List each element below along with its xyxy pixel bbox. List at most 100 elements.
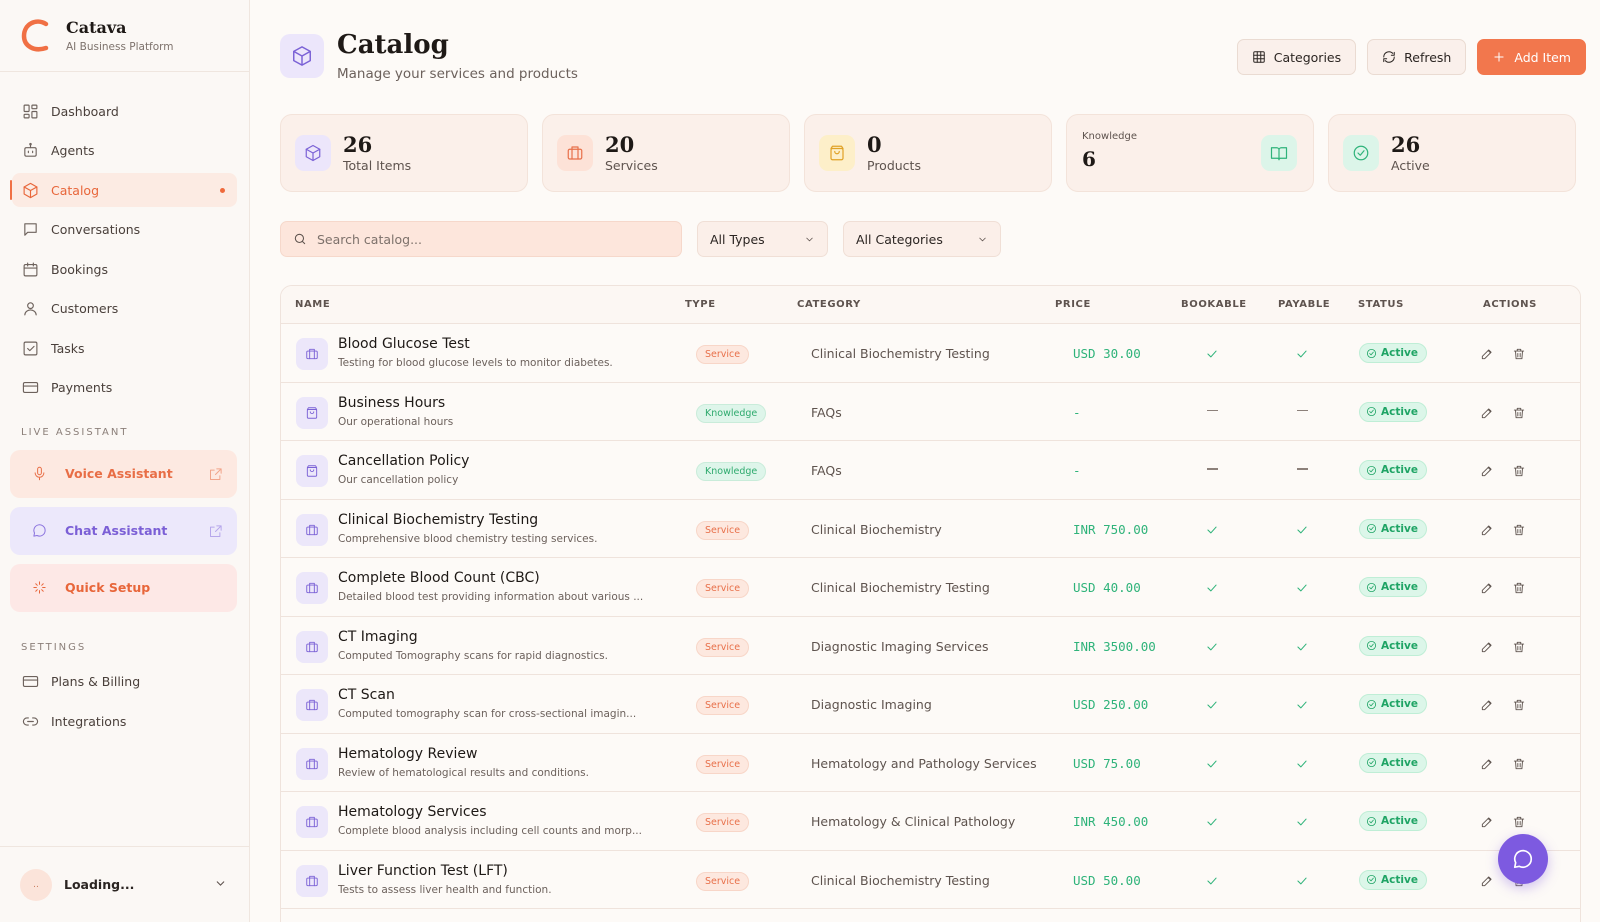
edit-icon[interactable] <box>1480 522 1494 541</box>
brand[interactable]: Catava AI Business Platform <box>0 0 249 72</box>
stat-value: 6 <box>1082 147 1096 171</box>
account-label: Loading... <box>64 877 135 892</box>
search-input[interactable]: Search catalog... <box>280 221 682 257</box>
voice-assistant-button[interactable]: Voice Assistant <box>10 449 237 498</box>
type-badge: Service <box>696 754 750 774</box>
status-badge: Active <box>1359 343 1427 363</box>
item-name[interactable]: CT Imaging <box>338 629 418 645</box>
item-price: INR 750.00 <box>1073 521 1149 537</box>
edit-icon[interactable] <box>1480 405 1494 424</box>
nav-item-bookings[interactable]: Bookings <box>12 252 237 286</box>
item-name[interactable]: Blood Glucose Test <box>338 336 470 352</box>
status-badge: Active <box>1359 518 1427 539</box>
trash-icon[interactable] <box>1512 697 1526 716</box>
page-header: Catalog Manage your services and product… <box>280 30 578 82</box>
account-switcher[interactable]: .. Loading... <box>0 846 249 922</box>
item-price: USD 75.00 <box>1073 755 1141 771</box>
trash-icon[interactable] <box>1512 814 1526 833</box>
item-name[interactable]: CT Scan <box>338 687 395 703</box>
table-row[interactable]: Hematology Services Complete blood analys… <box>281 792 1580 851</box>
edit-icon[interactable] <box>1480 756 1494 775</box>
table-row[interactable]: Complete Blood Count (CBC) Detailed blood… <box>281 558 1580 617</box>
edit-icon[interactable] <box>1480 873 1494 892</box>
trash-icon[interactable] <box>1512 463 1526 482</box>
edit-icon[interactable] <box>1480 814 1494 833</box>
item-price: - <box>1073 404 1081 420</box>
bookable-check-icon <box>1205 697 1219 716</box>
table-row[interactable]: Liver Function Test (LFT) Tests to assess… <box>281 851 1580 909</box>
refresh-button[interactable]: Refresh <box>1367 39 1467 75</box>
nav-item-customers[interactable]: Customers <box>12 292 237 326</box>
table-row[interactable]: CT Scan Computed tomography scan for cros… <box>281 675 1580 734</box>
trash-icon[interactable] <box>1512 639 1526 658</box>
column-header-bookable[interactable]: BOOKABLE <box>1181 299 1247 310</box>
stat-label: Total Items <box>343 158 412 173</box>
type-filter-select[interactable]: All Types <box>697 221 828 257</box>
edit-icon[interactable] <box>1480 463 1494 482</box>
column-header-name[interactable]: NAME <box>295 299 330 310</box>
column-header-status[interactable]: STATUS <box>1358 299 1404 310</box>
trash-icon[interactable] <box>1512 580 1526 599</box>
nav-item-conversations[interactable]: Conversations <box>12 213 237 247</box>
table-row[interactable]: Clinical Biochemistry Testing Comprehensi… <box>281 500 1580 558</box>
category-filter-value: All Categories <box>856 231 943 247</box>
nav-item-catalog[interactable]: Catalog <box>10 173 237 207</box>
briefcase-icon <box>296 630 328 663</box>
item-description: Computed tomography scan for cross-secti… <box>338 708 637 720</box>
trash-icon[interactable] <box>1512 522 1526 541</box>
table-row[interactable]: Hematology Review Review of hematological… <box>281 734 1580 792</box>
chat-launcher-button[interactable] <box>1498 834 1548 884</box>
plus-icon <box>1494 52 1504 62</box>
category-filter-select[interactable]: All Categories <box>843 221 1001 257</box>
page-title: Catalog <box>337 30 449 60</box>
table-row[interactable]: Blood Glucose Test Testing for blood gluc… <box>281 324 1580 383</box>
table-row[interactable]: LocationKnowledgeActive <box>281 909 1580 922</box>
edit-icon[interactable] <box>1480 697 1494 716</box>
status-badge: Active <box>1359 869 1427 890</box>
item-name[interactable]: Cancellation Policy <box>338 453 469 469</box>
item-name[interactable]: Liver Function Test (LFT) <box>338 863 508 879</box>
stat-total-items: 26 Total Items <box>280 114 528 192</box>
item-category: Hematology and Pathology Services <box>811 755 1037 771</box>
item-name[interactable]: Hematology Services <box>338 804 487 820</box>
nav-item-plans-billing[interactable]: Plans & Billing <box>12 665 237 699</box>
nav-item-dashboard[interactable]: Dashboard <box>12 94 237 128</box>
nav-item-tasks[interactable]: Tasks <box>12 331 237 365</box>
quick-setup-button[interactable]: Quick Setup <box>10 563 237 612</box>
column-header-category[interactable]: CATEGORY <box>797 299 861 310</box>
type-badge: Service <box>696 345 750 364</box>
check-circle-icon <box>1366 348 1381 359</box>
stat-label: Active <box>1391 158 1430 173</box>
refresh-label: Refresh <box>1404 49 1452 65</box>
nav-item-payments[interactable]: Payments <box>12 371 237 405</box>
item-name[interactable]: Business Hours <box>338 395 445 411</box>
table-row[interactable]: Cancellation Policy Our cancellation poli… <box>281 441 1580 500</box>
payable-check-icon <box>1295 756 1309 775</box>
nav-item-integrations[interactable]: Integrations <box>12 704 237 738</box>
add-item-label: Add Item <box>1514 49 1571 65</box>
item-name[interactable]: Clinical Biochemistry Testing <box>338 512 538 528</box>
item-name[interactable]: Complete Blood Count (CBC) <box>338 570 540 586</box>
nav-item-agents[interactable]: Agents <box>12 134 237 168</box>
categories-button[interactable]: Categories <box>1236 39 1357 75</box>
status-label: Active <box>1381 698 1418 710</box>
column-header-price[interactable]: PRICE <box>1055 299 1091 310</box>
table-row[interactable]: Business Hours Our operational hours Knowl… <box>281 383 1580 441</box>
item-name[interactable]: Hematology Review <box>338 746 477 762</box>
search-placeholder: Search catalog... <box>317 231 422 247</box>
avatar: .. <box>20 868 52 901</box>
chat-assistant-button[interactable]: Chat Assistant <box>10 506 237 555</box>
nav-label: Plans & Billing <box>51 674 141 689</box>
column-header-payable[interactable]: PAYABLE <box>1278 299 1330 310</box>
trash-icon[interactable] <box>1512 756 1526 775</box>
calendar-icon <box>23 262 38 276</box>
table-row[interactable]: CT Imaging Computed Tomography scans for … <box>281 617 1580 675</box>
trash-icon[interactable] <box>1512 405 1526 424</box>
column-header-type[interactable]: TYPE <box>685 299 716 310</box>
add-item-button[interactable]: Add Item <box>1477 39 1586 75</box>
edit-icon[interactable] <box>1480 346 1494 365</box>
edit-icon[interactable] <box>1480 580 1494 599</box>
stat-value: 26 <box>1391 132 1421 157</box>
edit-icon[interactable] <box>1480 639 1494 658</box>
trash-icon[interactable] <box>1512 346 1526 365</box>
